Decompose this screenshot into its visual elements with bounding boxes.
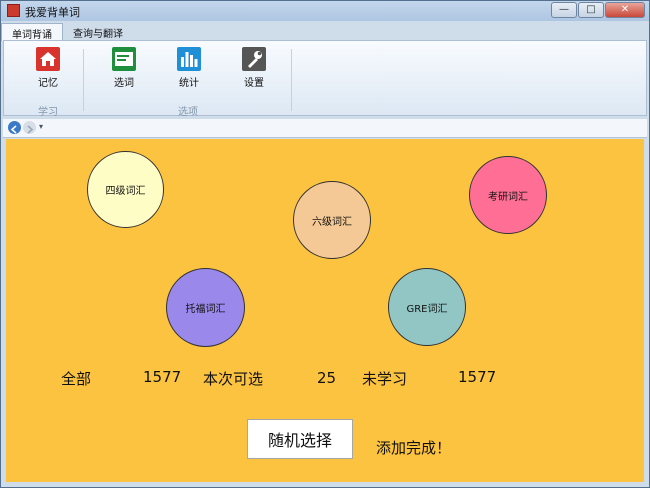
settings-label: 设置 (244, 78, 264, 89)
close-icon: ✕ (620, 4, 630, 15)
app-window: 我爱背单词 — □ ✕ 单词背诵 查询与翻译 记忆 学习 选词 统计 设置 选项… (0, 0, 650, 488)
window-controls: — □ ✕ (551, 2, 645, 18)
chevron-down-icon: ▾ (39, 122, 44, 131)
home-icon (36, 47, 60, 71)
statistics-label: 统计 (179, 78, 199, 89)
wrench-icon (242, 47, 266, 71)
available-label: 本次可选 (203, 370, 264, 388)
navigation-bar: ▾ (3, 119, 647, 138)
select-words-label: 选词 (114, 78, 134, 89)
select-words-button[interactable]: 选词 (104, 47, 144, 89)
ribbon: 记忆 学习 选词 统计 设置 选项 (3, 40, 647, 118)
word-bank-panel: 四级词汇 六级词汇 考研词汇 托福词汇 GRE词汇 全部 1577 本次可选 2… (6, 139, 644, 482)
category-toefl[interactable]: 托福词汇 (166, 268, 245, 347)
available-value: 25 (317, 369, 337, 387)
maximize-button[interactable]: □ (578, 2, 604, 18)
ribbon-separator (291, 49, 292, 111)
status-message: 添加完成！ (376, 439, 452, 457)
arrow-left-icon (10, 125, 17, 134)
group-label-options: 选项 (178, 107, 198, 118)
window-title: 我爱背单词 (25, 6, 80, 19)
category-cet4[interactable]: 四级词汇 (87, 151, 164, 228)
arrow-right-icon (27, 125, 34, 134)
statistics-button[interactable]: 统计 (169, 47, 209, 89)
category-gre[interactable]: GRE词汇 (388, 268, 466, 346)
history-dropdown[interactable]: ▾ (39, 122, 43, 131)
ribbon-separator (83, 49, 84, 111)
unlearned-label: 未学习 (362, 370, 408, 388)
tab-query-translate[interactable]: 查询与翻译 (63, 23, 133, 40)
ribbon-tabs: 单词背诵 查询与翻译 (1, 23, 649, 41)
list-icon (112, 47, 136, 71)
group-label-study: 学习 (38, 107, 58, 118)
bar-chart-icon (177, 47, 201, 71)
category-postgraduate[interactable]: 考研词汇 (469, 156, 547, 234)
memorize-button[interactable]: 记忆 (28, 47, 68, 89)
tab-word-recitation[interactable]: 单词背诵 (1, 23, 63, 41)
close-button[interactable]: ✕ (605, 2, 645, 18)
unlearned-value: 1577 (458, 368, 497, 386)
minimize-button[interactable]: — (551, 2, 577, 18)
memorize-label: 记忆 (38, 78, 58, 89)
random-select-button[interactable]: 随机选择 (247, 419, 353, 459)
settings-button[interactable]: 设置 (234, 47, 274, 89)
title-bar: 我爱背单词 — □ ✕ (1, 1, 649, 21)
total-label: 全部 (61, 370, 92, 388)
maximize-icon: □ (586, 4, 596, 15)
minimize-icon: — (559, 4, 569, 15)
back-button[interactable] (8, 121, 21, 134)
total-value: 1577 (143, 368, 182, 386)
forward-button[interactable] (23, 121, 36, 134)
app-icon (7, 4, 20, 17)
category-cet6[interactable]: 六级词汇 (293, 181, 371, 259)
